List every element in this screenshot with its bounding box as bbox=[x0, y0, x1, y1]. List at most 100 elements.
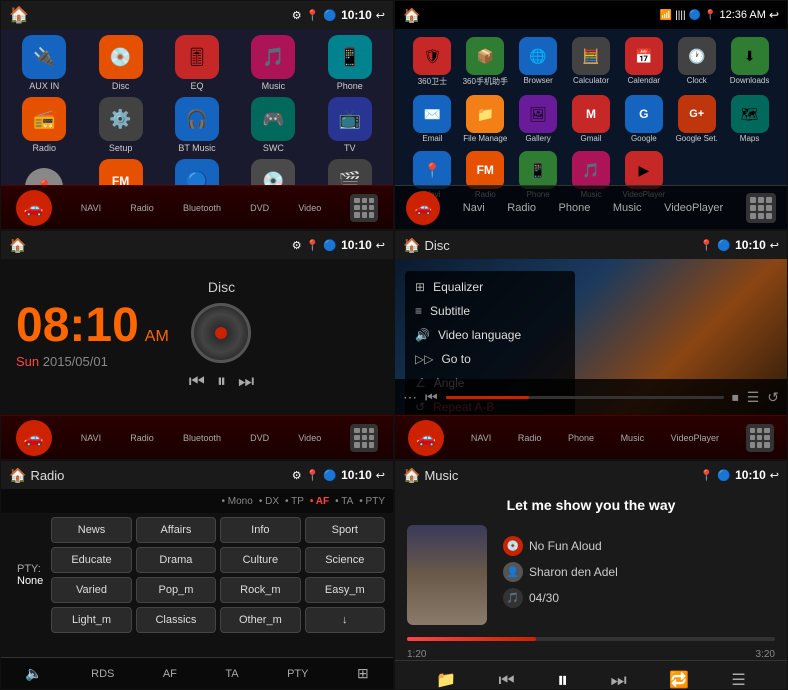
nav-video[interactable]: Video bbox=[298, 203, 321, 213]
app-phone[interactable]: 📱 Phone bbox=[315, 35, 385, 91]
dvd-nav-music[interactable]: Music bbox=[621, 433, 645, 443]
clock-nav-bt[interactable]: Bluetooth bbox=[183, 433, 221, 443]
android-app-calculator[interactable]: 🧮 Calculator bbox=[566, 37, 617, 87]
music-repeat-btn[interactable]: 🔁 bbox=[669, 670, 689, 690]
android-app-maps[interactable]: 🗺 Maps bbox=[724, 95, 775, 143]
back-icon[interactable]: ↩ bbox=[376, 9, 385, 22]
radio-btn-lightm[interactable]: Light_m bbox=[51, 607, 131, 633]
radio-btn-otherm[interactable]: Other_m bbox=[220, 607, 300, 633]
dvd-grid-btn[interactable] bbox=[746, 424, 774, 452]
nav-navi[interactable]: NAVI bbox=[81, 203, 101, 213]
radio-bottom-pty[interactable]: PTY bbox=[287, 668, 308, 680]
nav-radio[interactable]: Radio bbox=[130, 203, 154, 213]
android-app-filemanage[interactable]: 📁 File Manage bbox=[460, 95, 511, 143]
android-grid-btn[interactable] bbox=[746, 193, 776, 223]
android-nav-video[interactable]: VideoPlayer bbox=[664, 202, 723, 214]
radio-btn-rockm[interactable]: Rock_m bbox=[220, 577, 300, 603]
android-app-email[interactable]: ✉️ Email bbox=[407, 95, 458, 143]
radio-btn-varied[interactable]: Varied bbox=[51, 577, 131, 603]
nav-grid-button[interactable] bbox=[350, 194, 378, 222]
dvd-nav-video[interactable]: VideoPlayer bbox=[671, 433, 719, 443]
app-btmusic[interactable]: 🎧 BT Music bbox=[162, 97, 232, 153]
dvd-back[interactable]: ↩ bbox=[770, 239, 779, 252]
music-back[interactable]: ↩ bbox=[770, 469, 779, 482]
dvd-nav-radio[interactable]: Radio bbox=[518, 433, 542, 443]
app-tv[interactable]: 📺 TV bbox=[315, 97, 385, 153]
app-icon-setup: ⚙️ bbox=[99, 97, 143, 141]
dvd-repeat2[interactable]: ↺ bbox=[767, 389, 779, 406]
app-swc[interactable]: 🎮 SWC bbox=[238, 97, 308, 153]
radio-back[interactable]: ↩ bbox=[376, 469, 385, 482]
dvd-playlist[interactable]: ☰ bbox=[747, 389, 760, 406]
music-folder-btn[interactable]: 📁 bbox=[436, 670, 456, 690]
android-app-calendar[interactable]: 📅 Calendar bbox=[618, 37, 669, 87]
dvd-rewind[interactable]: ⏮ bbox=[425, 389, 438, 406]
dvd-stop[interactable]: ⏹ bbox=[732, 389, 739, 406]
android-app-googleset[interactable]: G+ Google Set. bbox=[671, 95, 722, 143]
android-nav-phone[interactable]: Phone bbox=[559, 202, 591, 214]
clock-nav-car[interactable]: 🚗 bbox=[16, 420, 52, 456]
disc-prev[interactable]: ⏮ bbox=[189, 371, 205, 392]
radio-btn-down[interactable]: ↓ bbox=[305, 607, 385, 633]
nav-bluetooth[interactable]: Bluetooth bbox=[183, 203, 221, 213]
clock-back[interactable]: ↩ bbox=[376, 239, 385, 252]
nav-car-button[interactable]: 🚗 bbox=[16, 190, 52, 226]
app-disc[interactable]: 💿 Disc bbox=[85, 35, 155, 91]
android-nav-radio[interactable]: Radio bbox=[507, 202, 536, 214]
radio-btn-drama[interactable]: Drama bbox=[136, 547, 216, 573]
radio-btn-affairs[interactable]: Affairs bbox=[136, 517, 216, 543]
clock-grid-btn[interactable] bbox=[350, 424, 378, 452]
android-nav-navi[interactable]: Navi bbox=[463, 202, 485, 214]
radio-bottom-af[interactable]: AF bbox=[163, 668, 177, 680]
radio-bottom-ta[interactable]: TA bbox=[225, 668, 238, 680]
disc-play[interactable]: ⏸ bbox=[217, 371, 226, 392]
app-setup[interactable]: ⚙️ Setup bbox=[85, 97, 155, 153]
radio-btn-easym[interactable]: Easy_m bbox=[305, 577, 385, 603]
dvd-nav-phone[interactable]: Phone bbox=[568, 433, 594, 443]
music-next-btn[interactable]: ⏭ bbox=[611, 670, 627, 690]
radio-btn-popm[interactable]: Pop_m bbox=[136, 577, 216, 603]
app-aux[interactable]: 🔌 AUX IN bbox=[9, 35, 79, 91]
clock-nav-radio[interactable]: Radio bbox=[130, 433, 154, 443]
dvd-menu-videolang[interactable]: 🔊 Video language bbox=[405, 323, 575, 347]
android-app-downloads[interactable]: ⬇ Downloads bbox=[724, 37, 775, 87]
music-progress-bar[interactable] bbox=[407, 637, 775, 641]
radio-btn-sport[interactable]: Sport bbox=[305, 517, 385, 543]
clock-nav-dvd[interactable]: DVD bbox=[250, 433, 269, 443]
android-app-clock[interactable]: 🕐 Clock bbox=[671, 37, 722, 87]
app-radio[interactable]: 📻 Radio bbox=[9, 97, 79, 153]
dvd-nav-car[interactable]: 🚗 bbox=[408, 420, 444, 456]
radio-btn-info[interactable]: Info bbox=[220, 517, 300, 543]
disc-next[interactable]: ⏭ bbox=[238, 371, 254, 392]
radio-vol-icon[interactable]: 🔈 bbox=[25, 665, 42, 682]
radio-btn-educate[interactable]: Educate bbox=[51, 547, 131, 573]
radio-bottom-rds[interactable]: RDS bbox=[91, 668, 114, 680]
clock-nav-navi[interactable]: NAVI bbox=[81, 433, 101, 443]
clock-nav-video[interactable]: Video bbox=[298, 433, 321, 443]
app-eq[interactable]: 🎚 EQ bbox=[162, 35, 232, 91]
android-app-google[interactable]: G Google bbox=[618, 95, 669, 143]
dvd-menu-goto[interactable]: ▷▷ Go to bbox=[405, 347, 575, 371]
dvd-menu-subtitle[interactable]: ≡ Subtitle bbox=[405, 299, 575, 323]
radio-btn-culture[interactable]: Culture bbox=[220, 547, 300, 573]
music-play-btn[interactable]: ⏸ bbox=[557, 667, 568, 690]
radio-btn-news[interactable]: News bbox=[51, 517, 131, 543]
android-nav-music[interactable]: Music bbox=[613, 202, 642, 214]
android-app-360[interactable]: 🛡 360卫士 bbox=[407, 37, 458, 87]
android-back[interactable]: ↩ bbox=[769, 8, 779, 22]
music-playlist-btn[interactable]: ☰ bbox=[731, 670, 745, 690]
music-prev-btn[interactable]: ⏮ bbox=[499, 670, 515, 690]
radio-settings-btn[interactable]: ⊞ bbox=[357, 665, 369, 682]
dvd-nav-navi[interactable]: NAVI bbox=[471, 433, 491, 443]
android-app-browser[interactable]: 🌐 Browser bbox=[513, 37, 564, 87]
android-app-gmail[interactable]: M Gmail bbox=[566, 95, 617, 143]
android-nav-car[interactable]: 🚗 bbox=[406, 191, 440, 225]
radio-btn-science[interactable]: Science bbox=[305, 547, 385, 573]
radio-btn-classics[interactable]: Classics bbox=[136, 607, 216, 633]
dvd-menu-btn[interactable]: ⋯ bbox=[403, 389, 417, 406]
dvd-menu-equalizer[interactable]: ⊞ Equalizer bbox=[405, 275, 575, 299]
android-app-360assist[interactable]: 📦 360手机助手 bbox=[460, 37, 511, 87]
android-app-gallery[interactable]: 🖼 Gallery bbox=[513, 95, 564, 143]
app-music[interactable]: 🎵 Music bbox=[238, 35, 308, 91]
nav-dvd[interactable]: DVD bbox=[250, 203, 269, 213]
